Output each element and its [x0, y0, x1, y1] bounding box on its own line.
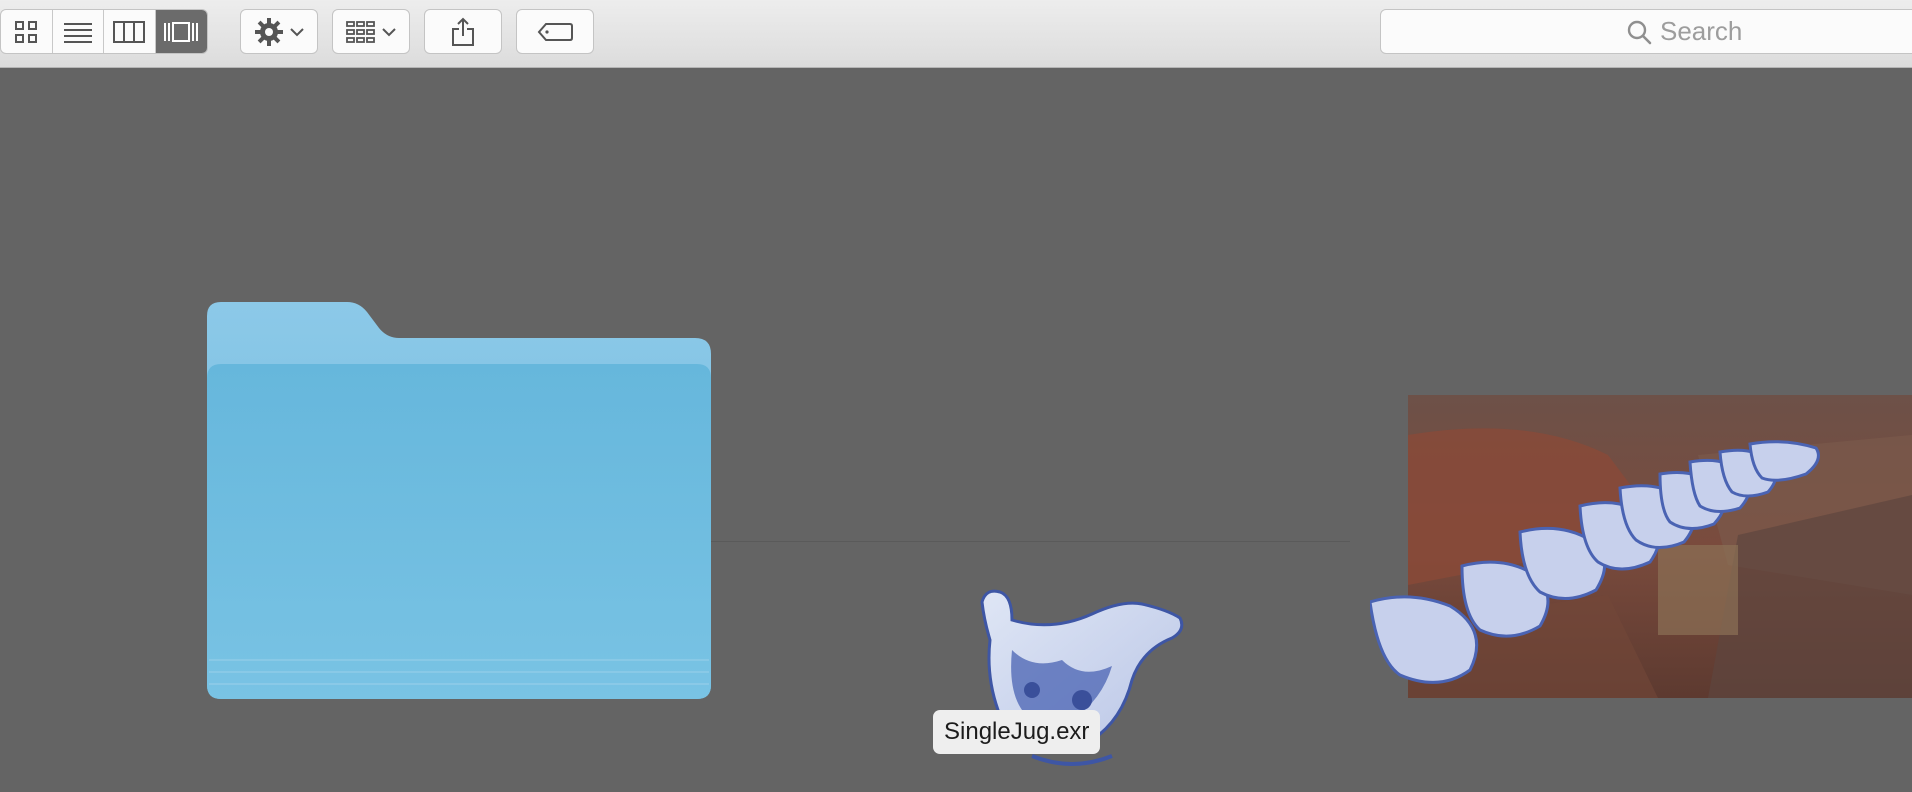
- selected-file-name: SingleJug.exr: [933, 710, 1101, 754]
- grid-icon: [15, 20, 38, 43]
- search-field[interactable]: Search: [1380, 9, 1912, 54]
- search-icon: [1627, 20, 1652, 44]
- folder-item[interactable]: [207, 302, 711, 699]
- icon-view-button[interactable]: [1, 10, 53, 53]
- cover-flow-view-button[interactable]: [155, 10, 207, 53]
- chevron-down-icon: [290, 27, 304, 36]
- column-view-button[interactable]: [104, 10, 156, 53]
- chevron-down-icon: [382, 27, 396, 36]
- toolbar: Search: [0, 0, 1912, 68]
- columns-icon: [113, 20, 146, 43]
- list-icon: [63, 22, 92, 43]
- list-view-button[interactable]: [53, 10, 104, 53]
- arrange-grid-icon: [346, 20, 375, 43]
- arrange-button[interactable]: [332, 9, 410, 54]
- view-mode-control: [0, 9, 208, 54]
- search-placeholder: Search: [1660, 16, 1743, 46]
- share-button[interactable]: [424, 9, 502, 54]
- tag-icon: [537, 22, 573, 41]
- share-icon: [452, 17, 474, 46]
- cover-flow-icon: [164, 21, 199, 42]
- action-menu-button[interactable]: [240, 9, 318, 54]
- tags-button[interactable]: [516, 9, 594, 54]
- jug-array-overlay: [1370, 440, 1820, 684]
- coverflow-reflection-line: [680, 541, 1350, 542]
- gear-icon: [255, 17, 283, 46]
